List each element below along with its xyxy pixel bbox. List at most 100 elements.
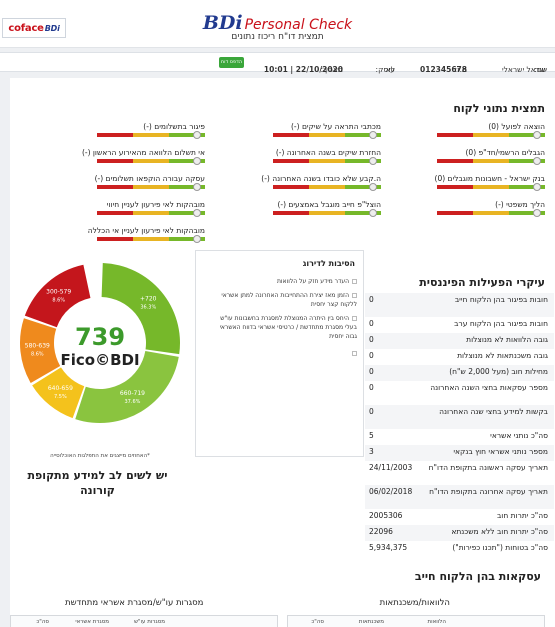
indicator-bar	[97, 237, 205, 241]
financial-row-value: 0	[369, 367, 374, 376]
indicator-bar-segment	[473, 211, 509, 215]
indicator-marker	[193, 183, 202, 191]
indicator-label: הוצל"פ חייב מוגבל באמצעים (-)	[277, 200, 381, 209]
print-report-button[interactable]: הדפס דוח	[219, 57, 244, 68]
indicator: הליך משפטי (-)	[437, 200, 545, 220]
reason-text: היחס בין היתרה המנוצלת למסגרת בחשבונות ע…	[219, 315, 357, 340]
indicator-bar	[273, 159, 381, 163]
indicator-bar-segment	[437, 211, 473, 215]
reason-checkbox[interactable]	[352, 351, 357, 356]
financial-row-label: מספר עסקאות בחצי השנה האחרונה	[430, 383, 548, 392]
gauge-segment-range: 640-659	[48, 385, 73, 392]
reason-checkbox[interactable]	[352, 293, 357, 298]
fico-bdi-logo-part: ©	[95, 351, 110, 369]
report-page: coface BDi BDi Personal Check תמצית דו"ח…	[0, 0, 555, 627]
financial-row-value: 0	[369, 295, 374, 304]
gauge-segment-percent: 7.5%	[54, 394, 67, 400]
indicator-bar	[273, 133, 381, 137]
gauge-ring: 300-579 8.6% 580-639 8.6% 640-659 7.5% 660-719…	[19, 263, 181, 423]
indicator-label: אי תשלום הלוואה מהאירוע הראשון (-)	[81, 148, 205, 157]
indicator-label: פיגור בתשלומים (-)	[143, 122, 205, 131]
reason-text: הזמן מאז יצירת ההתחייבות האחרונה למתן אש…	[221, 292, 357, 308]
indicator-bar	[437, 211, 545, 215]
indicator: הוצאה לפועל (0)	[437, 122, 545, 142]
rating-reasons-box: הסיבות לדירוג העדר מידע חזק על הלוואות הז…	[195, 250, 364, 457]
indicator-marker	[369, 209, 378, 217]
indicator-bar	[97, 185, 205, 189]
gauge-segment	[24, 264, 91, 328]
indicator-bar-segment	[97, 185, 133, 189]
indicator-label: ה.קבע שלא כובדו בשנה האחרונה (-)	[261, 174, 381, 183]
indicator-marker	[533, 131, 542, 139]
financial-row-label: סה"כ יתרות חוב	[496, 511, 548, 520]
indicator-label: בנק ישראל - חשבונות מוגבלים (0)	[434, 174, 545, 183]
loans-col-mortgages: משכנתאות	[358, 619, 384, 625]
indicator-marker	[193, 235, 202, 243]
financial-row-label: גובה משכנתאות לא מנוצלות	[457, 351, 548, 360]
financial-row-label: בקשות למידע בחצי שנה האחרונה	[439, 407, 548, 416]
financial-row: סה"כ בטוחות ("תכנו כפירות") 5,934,375	[365, 541, 554, 565]
financial-row-value: 0	[369, 335, 374, 344]
indicator: הוצל"פ חייב מוגבל באמצעים (-)	[273, 200, 381, 220]
financial-row: בקשות למידע בחצי שנה האחרונה 0	[365, 405, 554, 429]
rating-reason-item: העדר מידע חזק על הלוואות	[207, 277, 357, 286]
financial-row-label: חובות בפיגור בהן הלקוח חייב	[454, 295, 548, 304]
reason-checkbox[interactable]	[352, 316, 357, 321]
indicator-bar-segment	[97, 159, 133, 163]
financial-row-label: סה"כ נותני אשראי	[490, 431, 548, 440]
financial-row-label: סה"כ בטוחות ("תכנו כפירות")	[452, 543, 548, 552]
indicator-marker	[533, 157, 542, 165]
indicator: מובהקות לאי פירעון לעניין חיווי	[97, 200, 205, 220]
credit-subtitle: מסגרות עו"ש/מסגרת אשראי מתחדשת	[65, 598, 204, 608]
credit-col-overdraft: מסגרות עו"ש	[134, 619, 165, 625]
indicator-marker	[193, 157, 202, 165]
indicator-bar	[97, 159, 205, 163]
financial-row: חובות בפיגור בהן הלקוח חייב 0	[365, 293, 554, 317]
subject-info-bar: שם: ישראל ישראלי ת.ז: 012345678 עוסק: לא…	[0, 52, 555, 74]
indicator-bar-segment	[473, 159, 509, 163]
indicator: החזרת שיקים בשנה האחרונה (-)	[273, 148, 381, 168]
brand-personal-check: Personal Check	[244, 17, 353, 33]
indicator: מובהקות לאי פירעון לעניין אי הכללה	[88, 226, 205, 246]
indicator-bar-segment	[309, 185, 345, 189]
financial-row-value: 0	[369, 351, 374, 360]
financial-row-label: מחילות חוב (מעל 2,000 ש"ח)	[449, 367, 548, 376]
indicator-bar-segment	[273, 133, 309, 137]
credit-table-header: מסגרות עו"ש מסגרת אשראי סה"כ	[10, 615, 278, 627]
gauge-segment-percent: 36.3%	[140, 305, 156, 311]
gauge-segment-percent: 37.6%	[125, 399, 141, 405]
indicator: הגבלים הרשמי/חד"פ (0)	[437, 148, 545, 168]
indicator-bar-segment	[97, 211, 133, 215]
reason-text: העדר מידע חזק על הלוואות	[276, 278, 349, 285]
rating-reason-item	[207, 349, 357, 358]
indicator-bar-segment	[273, 185, 309, 189]
financial-row-value: 24/11/2003	[369, 463, 413, 472]
credit-col-credit-line: מסגרת אשראי	[75, 619, 109, 625]
loans-table-header: הלוואות משכנתאות סה"כ	[287, 615, 545, 627]
indicator-bar-segment	[473, 133, 509, 137]
financial-row: מספר נותני אשראי חוץ בנקאי 3	[365, 445, 554, 461]
indicator-bar-segment	[97, 237, 133, 241]
reason-checkbox[interactable]	[352, 279, 357, 284]
indicator: בנק ישראל - חשבונות מוגבלים (0)	[434, 174, 545, 194]
indicator: עסקה עבורה הוקפאו תשלומים (-)	[95, 174, 205, 194]
indicator-bar-segment	[133, 237, 169, 241]
financial-row-label: תאריך עסקה אחרונה בתקופת הדו"ח	[429, 487, 548, 496]
indicator-marker	[369, 183, 378, 191]
loans-col-total: סה"כ	[311, 619, 324, 625]
fico-score-value: 739	[75, 323, 125, 351]
gauge-segment-range: 580-639	[25, 343, 50, 350]
indicator-bar-segment	[133, 159, 169, 163]
financial-row: סה"כ נותני אשראי 5	[365, 429, 554, 445]
indicator-marker	[369, 131, 378, 139]
gauge-note: *האחוזים מייצגים את התפלגות האוכלוסייה	[50, 453, 150, 459]
indicator-marker	[193, 209, 202, 217]
financial-row: מספר עסקאות בחצי השנה האחרונה 0	[365, 381, 554, 405]
indicator-bar-segment	[437, 159, 473, 163]
corona-attention-note: יש לשים לב למידע מתקופת קורונה	[27, 469, 168, 497]
indicator-label: החזרת שיקים בשנה האחרונה (-)	[275, 148, 381, 157]
indicator: ה.קבע שלא כובדו בשנה האחרונה (-)	[261, 174, 381, 194]
indicator-label: הליך משפטי (-)	[495, 200, 545, 209]
indicator-marker	[369, 157, 378, 165]
financial-row: גובה משכנתאות לא מנוצלות 0	[365, 349, 554, 365]
